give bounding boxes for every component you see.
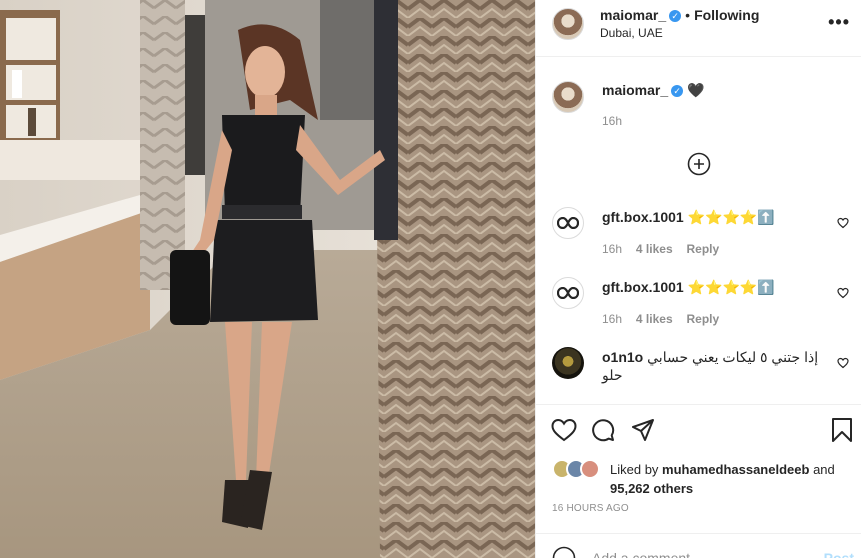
comment-likes[interactable]: 4 likes	[636, 312, 673, 326]
comment-username[interactable]: gft.box.1001	[602, 279, 684, 295]
commenter-avatar[interactable]	[552, 347, 584, 379]
infinity-icon	[557, 287, 579, 299]
comment-text: ⭐⭐⭐⭐⬆️	[687, 279, 775, 295]
comment-time: 16h	[602, 312, 623, 326]
post-detail-panel: maiomar_ ✓ • Following Dubai, UAE ••• maiom…	[535, 0, 861, 558]
bookmark-icon[interactable]	[831, 418, 853, 445]
comment-like-heart-icon[interactable]	[837, 286, 849, 299]
actions-divider	[536, 404, 861, 405]
comment-input[interactable]: Add a comment...	[592, 550, 702, 558]
likes-summary: Liked by muhamedhassaneldeeb and 95,262 …	[610, 460, 850, 498]
comment-meta: 16h 4 likes Reply	[602, 240, 719, 256]
comment-like-heart-icon[interactable]	[837, 356, 849, 369]
comment-username[interactable]: o1n1o	[602, 349, 643, 365]
caption-username[interactable]: maiomar_	[602, 82, 668, 98]
post-comment-button[interactable]: Post	[824, 550, 854, 558]
comment-body: gft.box.1001 ⭐⭐⭐⭐⬆️	[602, 208, 775, 226]
comment-username[interactable]: gft.box.1001	[602, 209, 684, 225]
caption-line: maiomar_ ✓ 🖤	[602, 82, 704, 99]
verified-badge-icon: ✓	[671, 85, 684, 97]
reply-button[interactable]: Reply	[687, 242, 720, 256]
comment-icon[interactable]	[591, 418, 615, 445]
author-username[interactable]: maiomar_	[600, 7, 666, 23]
liked-by-username[interactable]: muhamedhassaneldeeb	[662, 462, 809, 477]
comment-body: o1n1o إذا جتني ٥ ليكات يعني حسابي حلو	[602, 348, 822, 384]
caption-author-avatar[interactable]	[552, 81, 584, 113]
separator-dot: •	[685, 7, 691, 23]
emoji-icon[interactable]	[552, 546, 576, 558]
author-avatar[interactable]	[552, 8, 584, 40]
heart-icon[interactable]	[551, 418, 577, 445]
post-photo[interactable]	[0, 0, 535, 558]
comment-body: gft.box.1001 ⭐⭐⭐⭐⬆️	[602, 278, 775, 296]
commenter-avatar[interactable]	[552, 207, 584, 239]
load-more-comments-icon[interactable]	[687, 152, 711, 176]
liked-by-avatars[interactable]	[552, 459, 606, 479]
post-header: maiomar_ ✓ • Following Dubai, UAE •••	[536, 0, 861, 57]
likes-count-link[interactable]: 95,262 others	[610, 481, 693, 496]
comment-text: ⭐⭐⭐⭐⬆️	[687, 209, 775, 225]
comment-time: 16h	[602, 242, 623, 256]
comment-like-heart-icon[interactable]	[837, 216, 849, 229]
comment-meta: 16h 4 likes Reply	[602, 310, 719, 326]
caption-text: 🖤	[687, 82, 705, 98]
liked-by-prefix: Liked by	[610, 462, 659, 477]
commenter-avatar[interactable]	[552, 277, 584, 309]
author-line: maiomar_ ✓ • Following	[600, 7, 759, 23]
caption-time: 16h	[602, 114, 623, 128]
verified-badge-icon: ✓	[669, 10, 682, 22]
post-location[interactable]: Dubai, UAE	[600, 26, 663, 40]
post-photo-image	[0, 0, 535, 558]
post-timestamp: 16 HOURS AGO	[552, 503, 629, 514]
comment-likes[interactable]: 4 likes	[636, 242, 673, 256]
infinity-icon	[557, 217, 579, 229]
more-options-icon[interactable]: •••	[828, 12, 850, 33]
following-button[interactable]: Following	[694, 7, 759, 23]
reply-button[interactable]: Reply	[687, 312, 720, 326]
share-icon[interactable]	[631, 418, 655, 445]
liked-by-and: and	[813, 462, 835, 477]
add-comment-bar: Add a comment... Post	[536, 533, 861, 558]
liker-avatar	[580, 459, 600, 479]
